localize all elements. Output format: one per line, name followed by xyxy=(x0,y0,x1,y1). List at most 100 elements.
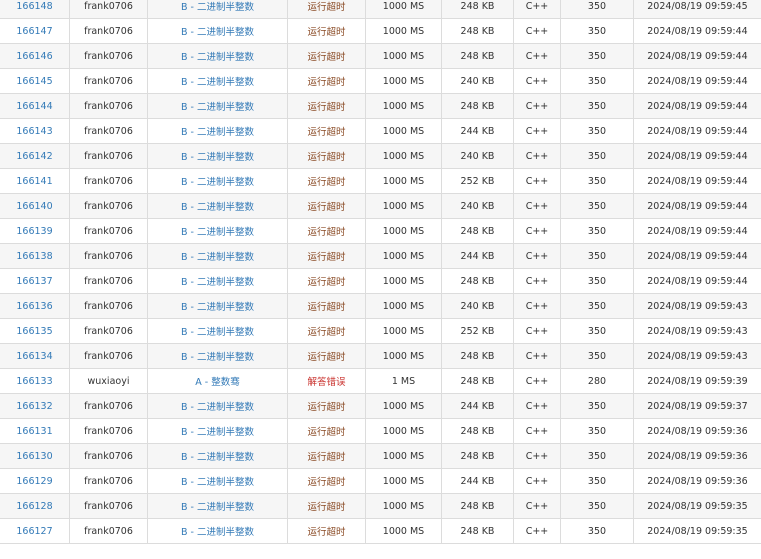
submit-time: 2024/08/19 09:59:39 xyxy=(647,375,748,387)
problem-link[interactable]: B - 二进制半整数 xyxy=(181,527,254,538)
problem-link[interactable]: B - 二进制半整数 xyxy=(181,477,254,488)
run-id-link[interactable]: 166130 xyxy=(16,451,52,462)
judge-result: 运行超时 xyxy=(307,2,346,13)
run-id-link[interactable]: 166138 xyxy=(16,251,52,262)
judge-result-cell: 运行超时 xyxy=(287,518,366,544)
user-link[interactable]: frank0706 xyxy=(84,526,133,537)
problem-link[interactable]: B - 二进制半整数 xyxy=(181,77,254,88)
problem-link[interactable]: B - 二进制半整数 xyxy=(181,102,254,113)
code-length-cell: 350 xyxy=(560,343,634,369)
run-time: 1000 MS xyxy=(382,475,425,487)
judge-result: 运行超时 xyxy=(307,152,346,163)
run-id-link[interactable]: 166135 xyxy=(16,326,52,337)
user-link[interactable]: frank0706 xyxy=(84,51,133,62)
run-id-link[interactable]: 166145 xyxy=(16,76,52,87)
problem-link[interactable]: B - 二进制半整数 xyxy=(181,52,254,63)
problem-link[interactable]: B - 二进制半整数 xyxy=(181,252,254,263)
run-id-link[interactable]: 166141 xyxy=(16,176,52,187)
user-link[interactable]: frank0706 xyxy=(84,451,133,462)
run-memory-cell: 248 KB xyxy=(441,343,514,369)
run-id-link[interactable]: 166148 xyxy=(16,1,52,12)
problem-link[interactable]: B - 二进制半整数 xyxy=(181,352,254,363)
run-id-link[interactable]: 166140 xyxy=(16,201,52,212)
problem-link[interactable]: B - 二进制半整数 xyxy=(181,327,254,338)
code-length: 350 xyxy=(587,100,607,112)
problem-link[interactable]: B - 二进制半整数 xyxy=(181,502,254,513)
run-memory: 248 KB xyxy=(460,275,495,287)
user-link[interactable]: frank0706 xyxy=(84,151,133,162)
run-memory: 240 KB xyxy=(460,200,495,212)
user-link[interactable]: wuxiaoyi xyxy=(88,376,130,387)
run-id-link[interactable]: 166139 xyxy=(16,226,52,237)
problem-link[interactable]: B - 二进制半整数 xyxy=(181,402,254,413)
run-id-link[interactable]: 166144 xyxy=(16,101,52,112)
problem-link[interactable]: B - 二进制半整数 xyxy=(181,2,254,13)
run-id-link[interactable]: 166133 xyxy=(16,376,52,387)
problem-link[interactable]: B - 二进制半整数 xyxy=(181,127,254,138)
user-link[interactable]: frank0706 xyxy=(84,1,133,12)
code-length: 350 xyxy=(587,425,607,437)
problem-cell: B - 二进制半整数 xyxy=(147,443,288,469)
run-time: 1000 MS xyxy=(382,425,425,437)
submit-time: 2024/08/19 09:59:44 xyxy=(647,150,748,162)
user-link[interactable]: frank0706 xyxy=(84,226,133,237)
code-length: 350 xyxy=(587,275,607,287)
table-row: 166131 frank0706 B - 二进制半整数 运行超时 1000 MS 248 … xyxy=(0,418,761,444)
user-link[interactable]: frank0706 xyxy=(84,251,133,262)
table-row: 166132 frank0706 B - 二进制半整数 运行超时 1000 MS 244 … xyxy=(0,393,761,419)
user-link[interactable]: frank0706 xyxy=(84,176,133,187)
problem-cell: B - 二进制半整数 xyxy=(147,0,288,19)
problem-link[interactable]: B - 二进制半整数 xyxy=(181,227,254,238)
submit-time: 2024/08/19 09:59:44 xyxy=(647,275,748,287)
user-link[interactable]: frank0706 xyxy=(84,501,133,512)
user-link[interactable]: frank0706 xyxy=(84,126,133,137)
run-id-link[interactable]: 166129 xyxy=(16,476,52,487)
run-id-link[interactable]: 166131 xyxy=(16,426,52,437)
user-link[interactable]: frank0706 xyxy=(84,76,133,87)
code-length-cell: 350 xyxy=(560,393,634,419)
run-id-link[interactable]: 166128 xyxy=(16,501,52,512)
user-link[interactable]: frank0706 xyxy=(84,101,133,112)
problem-link[interactable]: B - 二进制半整数 xyxy=(181,152,254,163)
run-memory-cell: 248 KB xyxy=(441,443,514,469)
user-link[interactable]: frank0706 xyxy=(84,351,133,362)
run-id-link[interactable]: 166137 xyxy=(16,276,52,287)
run-time-cell: 1000 MS xyxy=(365,268,442,294)
problem-link[interactable]: B - 二进制半整数 xyxy=(181,27,254,38)
run-id-link[interactable]: 166136 xyxy=(16,301,52,312)
user-link[interactable]: frank0706 xyxy=(84,401,133,412)
run-id-link[interactable]: 166134 xyxy=(16,351,52,362)
user-cell: frank0706 xyxy=(69,518,148,544)
user-link[interactable]: frank0706 xyxy=(84,326,133,337)
user-link[interactable]: frank0706 xyxy=(84,301,133,312)
user-link[interactable]: frank0706 xyxy=(84,426,133,437)
problem-link[interactable]: A - 整数骞 xyxy=(195,377,239,388)
table-row: 166135 frank0706 B - 二进制半整数 运行超时 1000 MS 252 … xyxy=(0,318,761,344)
language-cell: C++ xyxy=(513,118,561,144)
problem-link[interactable]: B - 二进制半整数 xyxy=(181,277,254,288)
problem-link[interactable]: B - 二进制半整数 xyxy=(181,302,254,313)
user-link[interactable]: frank0706 xyxy=(84,201,133,212)
table-row: 166133 wuxiaoyi A - 整数骞 解答错误 1 MS 248 KB C++ 28… xyxy=(0,368,761,394)
language: C++ xyxy=(525,300,549,312)
problem-link[interactable]: B - 二进制半整数 xyxy=(181,452,254,463)
submit-time-cell: 2024/08/19 09:59:44 xyxy=(633,43,761,69)
problem-link[interactable]: B - 二进制半整数 xyxy=(181,177,254,188)
run-id-link[interactable]: 166146 xyxy=(16,51,52,62)
code-length-cell: 350 xyxy=(560,43,634,69)
run-id-link[interactable]: 166142 xyxy=(16,151,52,162)
run-id-cell: 166140 xyxy=(0,193,70,219)
user-link[interactable]: frank0706 xyxy=(84,26,133,37)
problem-link[interactable]: B - 二进制半整数 xyxy=(181,202,254,213)
run-id-link[interactable]: 166143 xyxy=(16,126,52,137)
run-time-cell: 1000 MS xyxy=(365,518,442,544)
code-length-cell: 350 xyxy=(560,418,634,444)
user-link[interactable]: frank0706 xyxy=(84,476,133,487)
run-id-link[interactable]: 166127 xyxy=(16,526,52,537)
judge-result: 运行超时 xyxy=(307,402,346,413)
run-id-link[interactable]: 166147 xyxy=(16,26,52,37)
problem-link[interactable]: B - 二进制半整数 xyxy=(181,427,254,438)
user-link[interactable]: frank0706 xyxy=(84,276,133,287)
run-id-link[interactable]: 166132 xyxy=(16,401,52,412)
run-id-cell: 166131 xyxy=(0,418,70,444)
